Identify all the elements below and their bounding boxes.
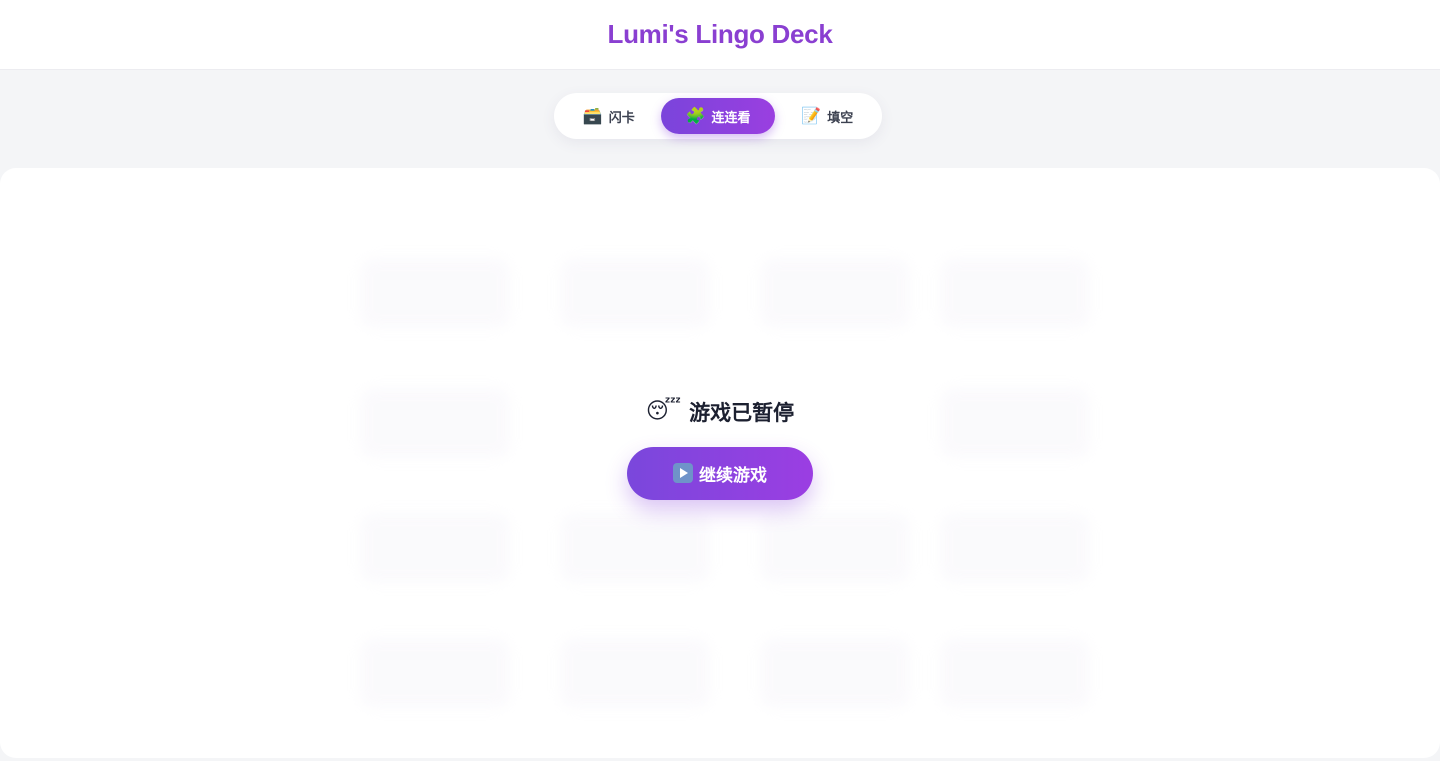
pause-overlay: 😴 游戏已暂停 继续游戏 (0, 168, 1440, 758)
game-panel: 😴 游戏已暂停 继续游戏 (0, 168, 1440, 758)
puzzle-icon: 🧩 (685, 106, 706, 125)
resume-button-label: 继续游戏 (699, 465, 767, 486)
tab-label: 连连看 (711, 110, 751, 126)
mode-tabs: 🗃️ 闪卡 🧩 连连看 📝 填空 (554, 93, 882, 139)
app-header: Lumi's Lingo Deck (0, 0, 1440, 70)
pause-title-text: 游戏已暂停 (689, 400, 795, 425)
card-box-icon: 🗃️ (582, 106, 603, 125)
tab-label: 填空 (827, 110, 854, 126)
tab-matching[interactable]: 🧩 连连看 (661, 98, 775, 134)
app-root: Lumi's Lingo Deck 🗃️ 闪卡 🧩 连连看 📝 填空 😴 游戏已… (0, 0, 1440, 761)
memo-icon: 📝 (801, 106, 822, 125)
tab-label: 闪卡 (608, 110, 635, 126)
pause-title: 😴 游戏已暂停 (646, 397, 794, 427)
tab-fill-in[interactable]: 📝 填空 (779, 98, 876, 134)
resume-game-button[interactable]: 继续游戏 (627, 446, 813, 500)
sleeping-face-icon: 😴 (645, 399, 682, 424)
app-title: Lumi's Lingo Deck (607, 19, 833, 49)
play-icon (673, 463, 693, 483)
tab-flashcards[interactable]: 🗃️ 闪卡 (560, 98, 657, 134)
